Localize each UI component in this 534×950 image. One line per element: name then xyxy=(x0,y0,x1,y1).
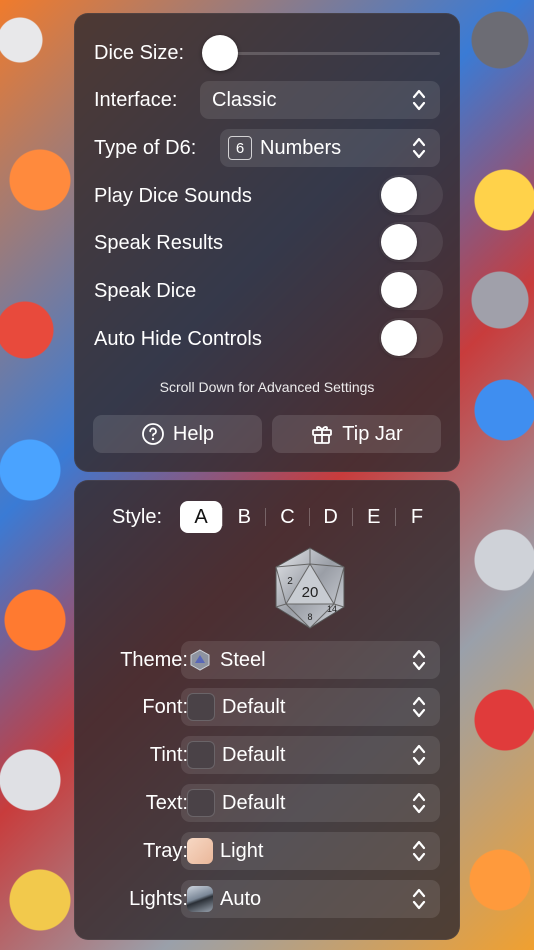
style-option-a[interactable]: A xyxy=(180,501,223,533)
style-option-c[interactable]: C xyxy=(266,501,308,533)
style-option-d[interactable]: D xyxy=(310,501,352,533)
help-icon xyxy=(142,423,164,445)
settings-panel: Dice Size: Interface: Classic Type of D6… xyxy=(74,13,460,472)
toggle-knob xyxy=(381,177,417,213)
dice-size-track[interactable] xyxy=(224,52,440,55)
d6-type-picker[interactable]: 6 Numbers xyxy=(220,129,440,167)
theme-value: Steel xyxy=(220,648,266,671)
lights-swatch xyxy=(187,886,213,912)
lights-value: Auto xyxy=(220,887,262,910)
d6-type-value: Numbers xyxy=(260,136,342,159)
tray-row: Tray: Light xyxy=(94,832,440,870)
speak-results-label: Speak Results xyxy=(94,231,223,254)
tint-value: Default xyxy=(222,743,286,766)
font-swatch xyxy=(187,693,215,721)
dice-size-label: Dice Size: xyxy=(94,41,185,64)
advanced-settings-hint: Scroll Down for Advanced Settings xyxy=(159,379,375,395)
font-row: Font: Default xyxy=(94,688,440,726)
chevron-up-down-icon xyxy=(412,696,426,718)
tip-jar-label: Tip Jar xyxy=(342,422,403,445)
d6-type-label: Type of D6: xyxy=(94,136,197,159)
d6-numbers-icon: 6 xyxy=(228,136,252,160)
text-label: Text: xyxy=(145,791,188,814)
interface-value: Classic xyxy=(212,88,277,111)
font-picker[interactable]: Default xyxy=(181,688,440,726)
style-option-e[interactable]: E xyxy=(353,501,395,533)
play-sounds-toggle[interactable] xyxy=(379,175,443,215)
dice-size-row: Dice Size: xyxy=(94,35,440,71)
tint-picker[interactable]: Default xyxy=(181,736,440,774)
gift-icon xyxy=(312,426,333,444)
chevron-up-down-icon xyxy=(412,89,426,111)
text-value: Default xyxy=(222,791,286,814)
text-picker[interactable]: Default xyxy=(181,784,440,822)
tip-jar-button[interactable]: Tip Jar xyxy=(272,415,441,453)
help-label: Help xyxy=(172,422,215,445)
chevron-up-down-icon xyxy=(412,649,426,671)
style-option-f[interactable]: F xyxy=(396,501,438,533)
d6-type-row: Type of D6: 6 Numbers xyxy=(94,129,440,167)
tint-label: Tint: xyxy=(149,743,188,766)
chevron-up-down-icon xyxy=(412,888,426,910)
speak-dice-row: Speak Dice xyxy=(94,270,443,310)
font-label: Font: xyxy=(142,695,188,718)
d20-side-number: 14 xyxy=(327,604,337,614)
text-row: Text: Default xyxy=(94,784,440,822)
d20-theme-icon xyxy=(190,649,210,671)
toggle-knob xyxy=(381,320,417,356)
lights-picker[interactable]: Auto xyxy=(181,880,440,918)
theme-label: Theme: xyxy=(120,648,188,671)
font-value: Default xyxy=(222,695,286,718)
style-segmented-control[interactable]: A B C D E F xyxy=(180,499,438,535)
theme-row: Theme: Steel xyxy=(94,641,440,679)
lights-label: Lights: xyxy=(129,887,188,910)
theme-picker[interactable]: Steel xyxy=(181,641,440,679)
interface-label: Interface: xyxy=(94,88,178,111)
chevron-up-down-icon xyxy=(412,137,426,159)
help-button[interactable]: Help xyxy=(93,415,262,453)
interface-row: Interface: Classic xyxy=(94,81,440,119)
auto-hide-label: Auto Hide Controls xyxy=(94,327,262,350)
d20-preview: 20 2 14 8 xyxy=(275,547,345,629)
speak-results-toggle[interactable] xyxy=(379,222,443,262)
auto-hide-toggle[interactable] xyxy=(379,318,443,358)
text-swatch xyxy=(187,789,215,817)
chevron-up-down-icon xyxy=(412,744,426,766)
speak-dice-toggle[interactable] xyxy=(379,270,443,310)
appearance-panel: Style: A B C D E F 20 2 14 8 Theme: Stee… xyxy=(74,480,460,940)
chevron-up-down-icon xyxy=(412,792,426,814)
toggle-knob xyxy=(381,224,417,260)
d20-face-number: 20 xyxy=(302,584,319,601)
tint-swatch xyxy=(187,741,215,769)
d20-side-number: 2 xyxy=(287,576,293,587)
speak-dice-label: Speak Dice xyxy=(94,279,197,302)
tray-picker[interactable]: Light xyxy=(181,832,440,870)
play-sounds-row: Play Dice Sounds xyxy=(94,175,443,215)
tray-label: Tray: xyxy=(143,839,188,862)
toggle-knob xyxy=(381,272,417,308)
chevron-up-down-icon xyxy=(412,840,426,862)
style-option-b[interactable]: B xyxy=(223,501,265,533)
play-sounds-label: Play Dice Sounds xyxy=(94,184,252,207)
auto-hide-row: Auto Hide Controls xyxy=(94,318,443,358)
speak-results-row: Speak Results xyxy=(94,222,443,262)
d20-side-number: 8 xyxy=(307,612,312,622)
tray-value: Light xyxy=(220,839,264,862)
tray-swatch xyxy=(187,838,213,864)
interface-picker[interactable]: Classic xyxy=(200,81,440,119)
style-label: Style: xyxy=(112,506,163,528)
tint-row: Tint: Default xyxy=(94,736,440,774)
lights-row: Lights: Auto xyxy=(94,880,440,918)
dice-size-slider-thumb[interactable] xyxy=(202,35,238,71)
